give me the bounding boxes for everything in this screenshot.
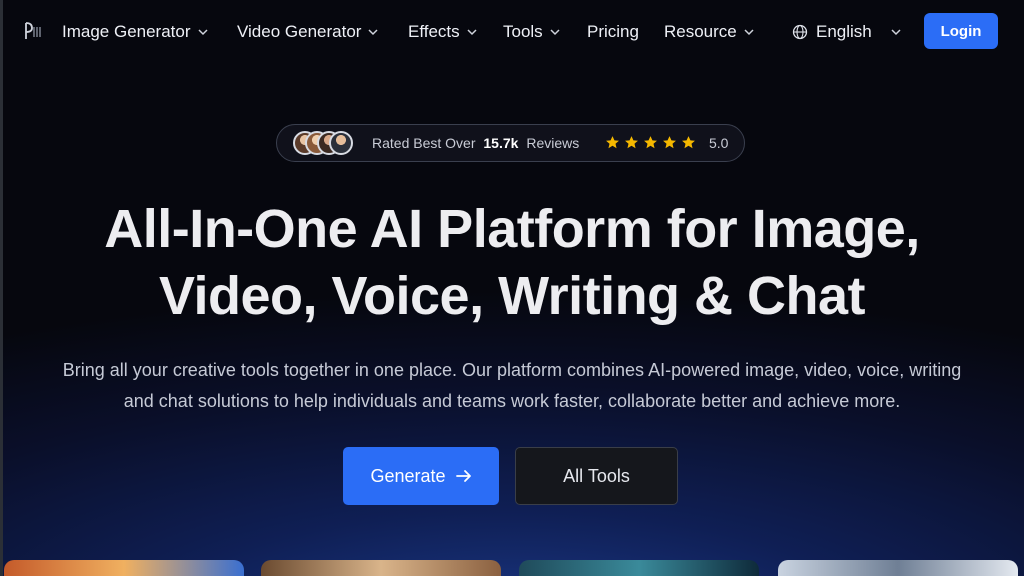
all-tools-button[interactable]: All Tools xyxy=(515,447,678,505)
language-label: English xyxy=(816,22,872,41)
star-icon xyxy=(682,136,695,149)
nav-tools[interactable]: Tools xyxy=(503,20,561,44)
chevron-down-icon xyxy=(744,29,754,36)
preview-card[interactable] xyxy=(4,560,244,576)
rating-text: Rated Best Over 15.7k Reviews xyxy=(372,135,579,151)
star-icon xyxy=(663,136,676,149)
chevron-down-icon xyxy=(891,29,901,36)
globe-icon xyxy=(792,24,808,40)
nav-image-generator[interactable]: Image Generator xyxy=(62,20,209,44)
nav-effects[interactable]: Effects xyxy=(408,20,478,44)
nav-label: Resource xyxy=(664,22,737,41)
rating-suffix: Reviews xyxy=(526,135,580,151)
nav-pricing[interactable]: Pricing xyxy=(587,20,639,44)
review-count: 15.7k xyxy=(483,135,519,151)
brand-logo-icon[interactable] xyxy=(22,18,44,44)
nav-label: Video Generator xyxy=(237,22,362,41)
nav-video-generator[interactable]: Video Generator xyxy=(237,20,379,44)
subtitle-line-2: and chat solutions to help individuals a… xyxy=(123,391,901,411)
rating-prefix: Rated Best Over xyxy=(372,135,476,151)
generate-button[interactable]: Generate xyxy=(343,447,499,505)
nav-label: Pricing xyxy=(587,22,639,41)
generate-label: Generate xyxy=(370,465,446,486)
star-icon xyxy=(644,136,657,149)
chevron-down-icon xyxy=(197,29,208,36)
preview-card[interactable] xyxy=(261,560,501,576)
hero-subtitle: Bring all your creative tools together i… xyxy=(10,355,1014,417)
top-navigation: Image Generator Video Generator Effects … xyxy=(0,0,1024,62)
nav-label: Tools xyxy=(503,22,543,41)
star-icon xyxy=(606,136,619,149)
arrow-right-icon xyxy=(455,470,471,482)
chevron-down-icon xyxy=(467,29,477,36)
rating-badge: Rated Best Over 15.7k Reviews 5.0 xyxy=(276,124,745,162)
nav-label: Effects xyxy=(408,22,460,41)
chevron-down-icon xyxy=(368,29,378,36)
reviewer-avatars xyxy=(293,131,355,155)
login-button[interactable]: Login xyxy=(924,13,998,49)
nav-label: Image Generator xyxy=(62,22,191,41)
avatar xyxy=(329,131,353,155)
subtitle-line-1: Bring all your creative tools together i… xyxy=(62,360,962,380)
nav-resource[interactable]: Resource xyxy=(664,20,755,44)
star-icon xyxy=(625,136,638,149)
language-selector[interactable]: English xyxy=(792,20,902,44)
preview-card[interactable] xyxy=(519,560,759,576)
chevron-down-icon xyxy=(550,29,560,36)
rating-score: 5.0 xyxy=(709,135,729,151)
preview-card[interactable] xyxy=(778,560,1018,576)
headline-line-2: Video, Voice, Writing & Chat xyxy=(158,266,866,326)
hero-headline: All-In-One AI Platform for Image, Video,… xyxy=(0,196,1024,330)
star-rating xyxy=(605,135,696,150)
headline-line-1: All-In-One AI Platform for Image, xyxy=(104,199,920,259)
